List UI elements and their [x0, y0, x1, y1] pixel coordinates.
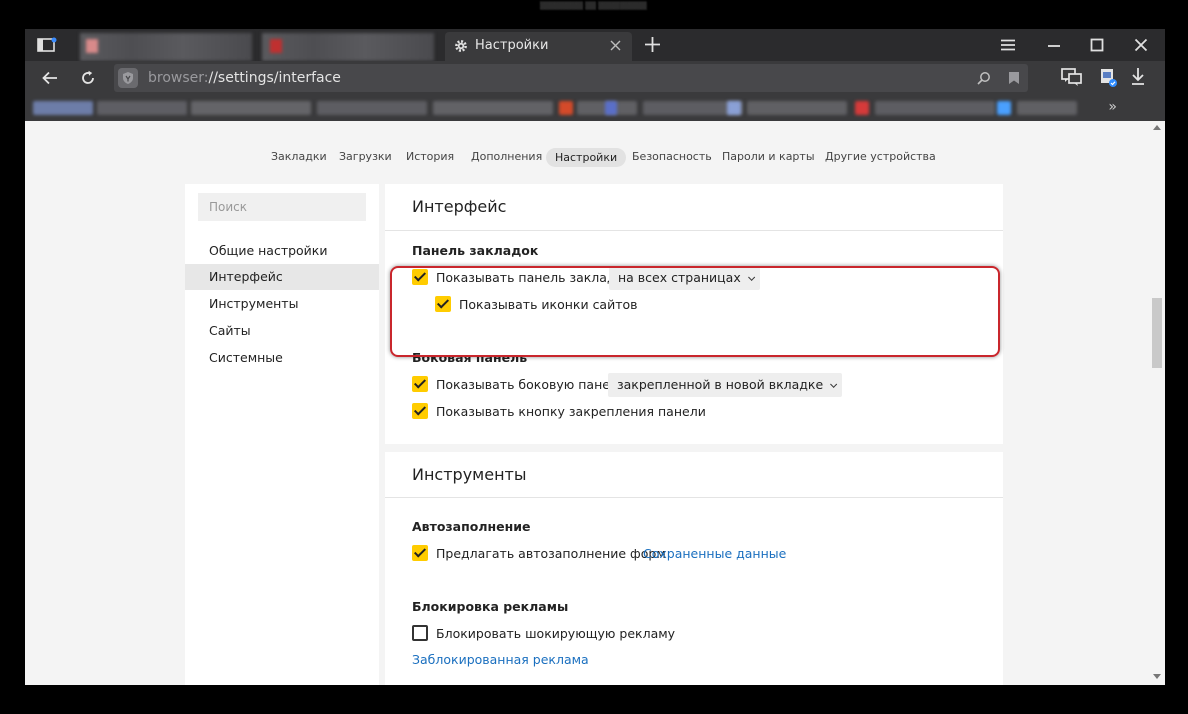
sidebar-item-interface[interactable]: Интерфейс — [185, 264, 379, 290]
bookmark-item[interactable] — [33, 101, 93, 115]
nav-downloads[interactable]: Загрузки — [339, 150, 392, 163]
bookmark-item[interactable] — [727, 101, 741, 115]
autofill-row: Предлагать автозаполнение форм Сохраненн… — [412, 544, 812, 564]
settings-top-nav: Закладки Загрузки История Дополнения Нас… — [25, 148, 1165, 170]
pin-button-row: Показывать кнопку закрепления панели — [412, 402, 712, 422]
close-icon[interactable] — [610, 40, 621, 51]
show-side-panel-checkbox[interactable] — [412, 376, 428, 392]
blocked-ads-link[interactable]: Заблокированная реклама — [412, 652, 589, 667]
bookmarks-more-icon[interactable]: » — [1108, 99, 1117, 115]
sidebar-item-tools[interactable]: Инструменты — [185, 291, 379, 317]
maximize-icon[interactable] — [1090, 38, 1104, 52]
divider — [385, 230, 1003, 231]
tab-strip: Настройки — [25, 29, 1165, 61]
bookmark-icon[interactable] — [1008, 71, 1020, 85]
reload-icon[interactable] — [80, 70, 96, 86]
address-bar[interactable]: browser://settings/interface — [114, 64, 1028, 92]
bookmark-item[interactable] — [605, 101, 617, 115]
autofill-label: Предлагать автозаполнение форм — [436, 546, 666, 561]
nav-history[interactable]: История — [406, 150, 454, 163]
bookmark-item[interactable] — [191, 101, 311, 115]
interface-title: Интерфейс — [412, 197, 507, 216]
browser-window: Настройки browser://settings/interface »… — [25, 29, 1165, 685]
bookmark-item[interactable] — [433, 101, 553, 115]
divider — [385, 497, 1003, 498]
bookmark-item[interactable] — [855, 101, 869, 115]
window-close-icon[interactable] — [1134, 38, 1148, 52]
chat-icon[interactable] — [1061, 68, 1083, 88]
minimize-icon[interactable] — [1047, 38, 1061, 52]
url-path: //settings/interface — [208, 70, 341, 86]
settings-page: Закладки Загрузки История Дополнения Нас… — [25, 121, 1165, 685]
side-panel-mode-select[interactable]: закрепленной в новой вкладке — [608, 373, 843, 397]
blurred-tab[interactable] — [262, 33, 434, 61]
nav-other-devices[interactable]: Другие устройства — [825, 150, 936, 163]
shield-icon[interactable] — [118, 68, 138, 88]
show-side-panel-label: Показывать боковую панель — [436, 377, 626, 392]
saved-data-link[interactable]: Сохраненные данные — [643, 546, 786, 561]
bookmark-item[interactable] — [997, 101, 1011, 115]
bookmarks-bar: » — [25, 95, 1165, 121]
ad-blocking-heading: Блокировка рекламы — [412, 599, 569, 614]
extension-icon[interactable] — [1100, 68, 1118, 88]
plus-icon[interactable] — [645, 37, 660, 52]
blurred-tab[interactable] — [80, 33, 252, 61]
tools-title: Инструменты — [412, 465, 527, 484]
bookmark-item[interactable] — [559, 101, 573, 115]
hamburger-menu-icon[interactable] — [1001, 38, 1015, 52]
bookmark-item[interactable] — [317, 101, 427, 115]
nav-security[interactable]: Безопасность — [632, 150, 712, 163]
bookmark-item[interactable] — [97, 101, 187, 115]
bookmark-item[interactable] — [1017, 101, 1077, 115]
block-ads-label: Блокировать шокирующую рекламу — [436, 626, 676, 641]
url-scheme: browser: — [148, 70, 209, 86]
bookmark-item[interactable] — [747, 101, 847, 115]
gear-icon — [455, 40, 467, 52]
pin-button-checkbox[interactable] — [412, 403, 428, 419]
nav-extensions[interactable]: Дополнения — [471, 150, 542, 163]
block-ads-checkbox[interactable] — [412, 625, 428, 641]
nav-passwords[interactable]: Пароли и карты — [722, 150, 815, 163]
autofill-heading: Автозаполнение — [412, 519, 531, 534]
tab-settings[interactable]: Настройки — [445, 32, 632, 61]
show-side-panel-row: Показывать боковую панель закрепленной в… — [412, 373, 843, 397]
sidebar-item-sites[interactable]: Сайты — [185, 318, 379, 344]
nav-settings[interactable]: Настройки — [546, 148, 627, 167]
download-icon[interactable] — [1130, 67, 1146, 87]
navigation-bar: browser://settings/interface — [25, 61, 1165, 95]
settings-sidebar: Поиск Общие настройки Интерфейс Инструме… — [185, 184, 379, 685]
autofill-checkbox[interactable] — [412, 545, 428, 561]
back-arrow-icon[interactable] — [42, 70, 58, 86]
tab-title: Настройки — [475, 38, 549, 53]
chevron-down-icon — [830, 380, 838, 388]
sidebar-item-system[interactable]: Системные — [185, 345, 379, 371]
tabs-overview-icon[interactable] — [37, 37, 57, 53]
search-input[interactable]: Поиск — [198, 193, 366, 221]
url-text[interactable]: browser://settings/interface — [148, 70, 341, 86]
sidebar-item-general[interactable]: Общие настройки — [185, 238, 379, 264]
bookmark-item[interactable] — [875, 101, 995, 115]
side-panel-mode-value: закрепленной в новой вкладке — [617, 377, 824, 392]
pin-button-label: Показывать кнопку закрепления панели — [436, 404, 706, 419]
scrollbar-thumb[interactable] — [1152, 298, 1162, 368]
block-ads-row: Блокировать шокирующую рекламу — [412, 624, 712, 644]
nav-bookmarks[interactable]: Закладки — [271, 150, 327, 163]
blurred-caption: ▒▒▒▒▒▒▒▒ ▒▒ ▒▒▒▒▒▒▒▒▒ — [540, 2, 647, 10]
scroll-up-arrow-icon[interactable] — [1153, 125, 1161, 130]
highlight-frame — [390, 266, 1000, 357]
search-icon[interactable] — [977, 71, 991, 85]
bookmarks-panel-heading: Панель закладок — [412, 243, 539, 258]
tools-card: Инструменты Автозаполнение Предлагать ав… — [385, 452, 1003, 685]
scroll-down-arrow-icon[interactable] — [1153, 674, 1161, 679]
search-placeholder: Поиск — [209, 200, 248, 214]
